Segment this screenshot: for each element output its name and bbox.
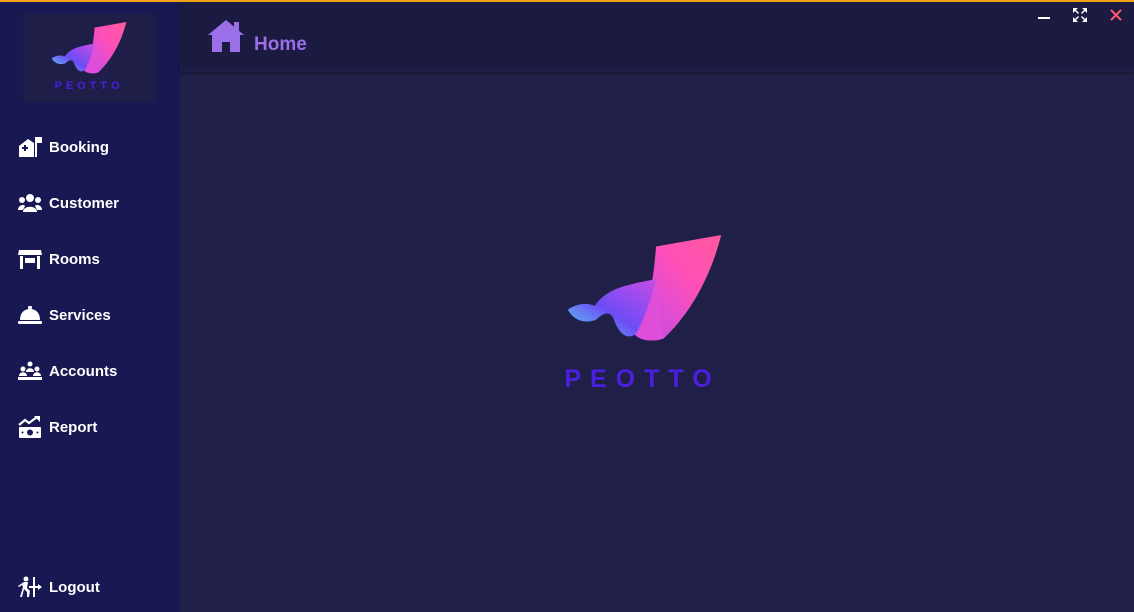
sidebar-logo-text: PEOTTO	[54, 80, 124, 92]
sidebar-nav: Booking Customer Rooms Services Accounts…	[0, 119, 180, 455]
sidebar-item-label: Accounts	[49, 362, 118, 380]
minimize-button[interactable]	[1026, 4, 1062, 26]
main-content: PEOTTO	[180, 75, 1134, 612]
close-button[interactable]	[1098, 4, 1134, 26]
sidebar-logo: PEOTTO	[23, 14, 155, 102]
page-title: Home	[254, 34, 307, 55]
close-icon	[1110, 9, 1122, 21]
store-icon	[18, 247, 42, 271]
hotel-icon	[18, 135, 42, 159]
sidebar-item-rooms[interactable]: Rooms	[0, 231, 180, 287]
sidebar-item-services[interactable]: Services	[0, 287, 180, 343]
users-icon	[18, 191, 42, 215]
logout-icon	[18, 575, 42, 599]
home-icon	[206, 18, 246, 59]
sidebar-item-customer[interactable]: Customer	[0, 175, 180, 231]
header-bar: Home	[180, 2, 1134, 72]
app-window: PEOTTO Booking Customer Rooms Services A…	[0, 0, 1134, 612]
logout-label: Logout	[49, 578, 100, 596]
minimize-icon	[1038, 17, 1050, 19]
sidebar-item-label: Booking	[49, 138, 109, 156]
maximize-icon	[1073, 8, 1087, 22]
maximize-button[interactable]	[1062, 4, 1098, 26]
peotto-logo-icon	[51, 22, 127, 74]
logout-button[interactable]: Logout	[0, 562, 180, 612]
sidebar-item-label: Services	[49, 306, 111, 324]
sidebar-item-label: Rooms	[49, 250, 100, 268]
sidebar: PEOTTO Booking Customer Rooms Services A…	[0, 2, 180, 612]
sidebar-item-accounts[interactable]: Accounts	[0, 343, 180, 399]
center-logo-text: PEOTTO	[564, 365, 721, 393]
team-icon	[18, 359, 42, 383]
bell-icon	[18, 303, 42, 327]
sidebar-item-label: Customer	[49, 194, 120, 212]
sidebar-item-label: Report	[49, 418, 98, 436]
sidebar-item-booking[interactable]: Booking	[0, 119, 180, 175]
window-controls	[1026, 4, 1134, 26]
chart-money-icon	[18, 415, 42, 439]
sidebar-item-report[interactable]: Report	[0, 399, 180, 455]
peotto-logo-icon	[567, 235, 722, 341]
